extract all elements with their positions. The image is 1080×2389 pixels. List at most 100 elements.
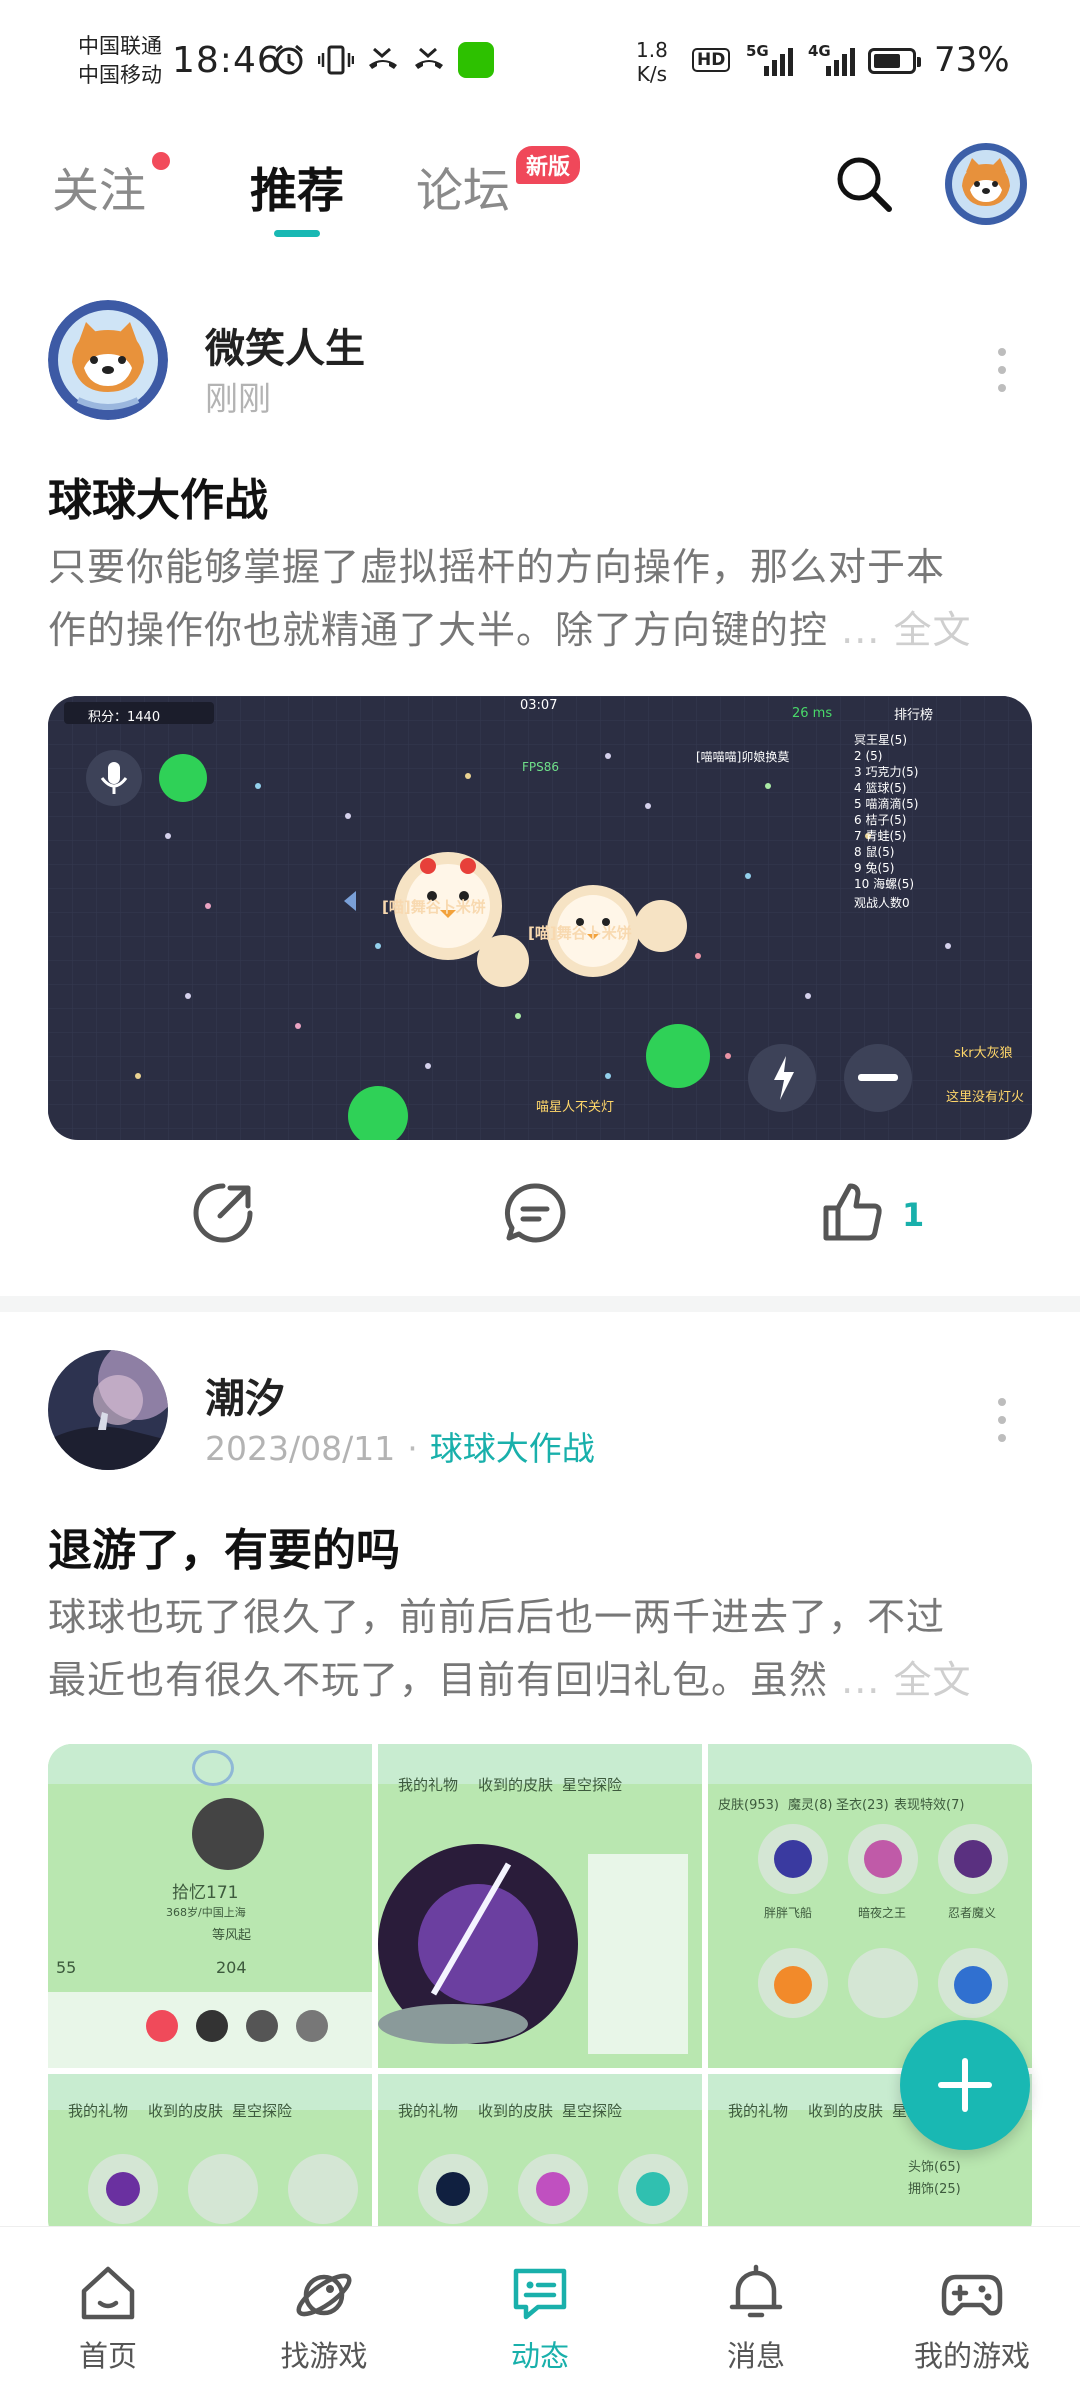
meta-separator: ·	[407, 1429, 418, 1468]
leaderboard-row-1: 冥王星(5)	[854, 733, 907, 747]
leaderboard-row-8: 8 鼠(5)	[854, 845, 895, 859]
tab-follow[interactable]: 关注	[52, 152, 146, 221]
nav-home[interactable]: 首页	[0, 2227, 216, 2389]
grid-tab-gifts: 我的礼物	[398, 2102, 459, 2120]
nav-home-label: 首页	[78, 2339, 137, 2373]
post-body-line-2: 作的操作你也就精通了大半。除了方向键的控 ... 全文	[48, 599, 1038, 662]
like-count: 1	[902, 1196, 925, 1234]
chat-message-1: skr大灰狼	[954, 1046, 1013, 1061]
leaderboard-row-3: 3 巧克力(5)	[854, 765, 919, 779]
skin-name-3: 忍者魔义	[948, 1906, 997, 1920]
new-version-badge: 新版	[516, 146, 581, 184]
comment-icon[interactable]	[502, 1180, 568, 1246]
nav-find-games[interactable]: 找游戏	[216, 2227, 432, 2389]
grid-tab-skins: 收到的皮肤	[148, 2102, 224, 2120]
create-post-button[interactable]	[900, 2020, 1030, 2150]
speed-value: 1.8	[636, 38, 668, 62]
leaderboard-row-2: 2 (5)	[854, 749, 883, 763]
carrier-2: 中国移动	[78, 63, 162, 87]
grid-image-5[interactable]: 我的礼物 收到的皮肤 星空探险	[378, 2074, 702, 2244]
post-date: 2023/08/11	[205, 1429, 396, 1468]
chat-message-2: 这里没有灯火	[946, 1090, 1025, 1105]
spectator-count: 观战人数0	[854, 896, 910, 910]
gamepad-icon	[941, 2274, 1003, 2316]
grid-tab-gifts: 我的礼物	[68, 2102, 129, 2120]
author-avatar[interactable]	[48, 300, 168, 420]
author-name[interactable]: 微笑人生	[205, 316, 365, 374]
profile-tag: 等风起	[212, 1928, 252, 1943]
like-icon[interactable]	[820, 1180, 884, 1244]
bell-icon	[729, 2264, 783, 2318]
profile-stat-1: 55	[56, 1958, 77, 1977]
alarm-icon	[275, 44, 303, 75]
game-score: 积分：1440	[88, 710, 161, 725]
full-text-link[interactable]: 全文	[893, 608, 971, 652]
game-tag-link[interactable]: 球球大作战	[430, 1429, 595, 1468]
author-name[interactable]: 潮汐	[205, 1366, 285, 1424]
player-name-b: [喵]舞谷卜米饼	[528, 924, 632, 942]
post-body[interactable]: 球球也玩了很久了，前前后后也一两千进去了，不过 最近也有很久不玩了，目前有回归礼…	[48, 1586, 1038, 1712]
grid-sub-effects: 表现特效(7)	[894, 1798, 965, 1813]
leaderboard-row-5: 5 喵滴滴(5)	[854, 797, 919, 811]
post-title[interactable]: 退游了，有要的吗	[48, 1514, 400, 1578]
tab-forum[interactable]: 论坛	[416, 152, 510, 221]
full-text-link[interactable]: 全文	[893, 1658, 971, 1702]
post-title[interactable]: 球球大作战	[48, 464, 268, 528]
signal-icon-2	[826, 44, 855, 76]
share-icon[interactable]	[190, 1180, 256, 1246]
extra-item-2: 拥饰(25)	[908, 2182, 961, 2197]
post-divider	[0, 1296, 1080, 1312]
nav-feed[interactable]: 动态	[432, 2227, 648, 2389]
grid-sub-spirits: 魔灵(8)	[788, 1798, 833, 1813]
post-body[interactable]: 只要你能够掌握了虚拟摇杆的方向操作，那么对于本 作的操作你也就精通了大半。除了方…	[48, 536, 1038, 662]
status-bar: 中国联通 中国移动 18:46 1.8 K/s HD 5G 4G 73%	[0, 0, 1080, 130]
grid-image-2[interactable]: 我的礼物 收到的皮肤 星空探险	[378, 1744, 702, 2068]
ellipsis: ...	[841, 608, 881, 652]
author-avatar[interactable]	[48, 1350, 168, 1470]
nav-messages[interactable]: 消息	[648, 2227, 864, 2389]
ellipsis: ...	[841, 1658, 881, 1702]
user-avatar[interactable]	[944, 142, 1028, 226]
nav-my-games[interactable]: 我的游戏	[864, 2227, 1080, 2389]
missed-call-icon	[369, 47, 397, 69]
grid-tab-explore: 星空探险	[232, 2102, 293, 2120]
grid-tab-gifts: 我的礼物	[398, 1776, 459, 1794]
tab-recommend[interactable]: 推荐	[250, 152, 344, 221]
status-icons	[272, 42, 494, 78]
battery-percent: 73%	[934, 40, 1010, 80]
network-speed: 1.8 K/s	[636, 38, 668, 86]
post-image-game[interactable]: 积分：1440 03:07 26 ms 排行榜 FPS86 [喵喵喵]卯娘换莫 …	[48, 696, 1032, 1140]
speed-unit: K/s	[636, 62, 668, 86]
player-name-a: [喵]舞谷卜米饼	[382, 898, 486, 916]
post-body-line-2-text: 最近也有很久不玩了，目前有回归礼包。虽然	[48, 1658, 829, 1702]
more-icon[interactable]	[998, 348, 1008, 402]
search-icon[interactable]	[832, 152, 896, 216]
post-body-line-1: 球球也玩了很久了，前前后后也一两千进去了，不过	[48, 1595, 946, 1639]
profile-name: 拾忆171	[172, 1883, 239, 1903]
notification-dot	[152, 152, 170, 170]
nav-feed-label: 动态	[510, 2339, 569, 2373]
chat-message-3: 喵星人不关灯	[536, 1100, 615, 1115]
grid-tab-gifts: 我的礼物	[728, 2102, 789, 2120]
nav-my-games-label: 我的游戏	[913, 2339, 1030, 2373]
more-icon[interactable]	[998, 1398, 1008, 1452]
home-icon	[81, 2266, 135, 2320]
profile-stat-2: 204	[216, 1958, 247, 1977]
signal-icon	[764, 44, 793, 76]
leaderboard: 冥王星(5) 2 (5) 3 巧克力(5) 4 篮球(5) 5 喵滴滴(5) 6…	[854, 732, 974, 914]
game-ping: 26 ms	[792, 706, 833, 721]
grid-image-4[interactable]: 我的礼物 收到的皮肤 星空探险	[48, 2074, 372, 2244]
leaderboard-title: 排行榜	[894, 708, 934, 723]
other-player-name: [喵喵喵]卯娘换莫	[696, 750, 790, 764]
nav-messages-label: 消息	[726, 2339, 785, 2373]
vibrate-icon	[318, 45, 354, 75]
hd-badge: HD	[692, 48, 731, 72]
post-actions: 1	[0, 1180, 1080, 1260]
nav-find-games-label: 找游戏	[280, 2339, 368, 2373]
leaderboard-row-7: 7 青蛙(5)	[854, 829, 907, 843]
post-body-line-1: 只要你能够掌握了虚拟摇杆的方向操作，那么对于本	[48, 545, 946, 589]
grid-image-1[interactable]: 拾忆171 368岁/中国上海 等风起 55 204	[48, 1744, 372, 2068]
post-body-line-2: 最近也有很久不玩了，目前有回归礼包。虽然 ... 全文	[48, 1649, 1038, 1712]
bottom-nav: 首页 找游戏 动态 消息 我的游戏	[0, 2226, 1080, 2389]
grid-image-3[interactable]: 皮肤(953) 魔灵(8) 圣衣(23) 表现特效(7) 胖胖飞船 暗夜之王 忍…	[708, 1744, 1032, 2068]
